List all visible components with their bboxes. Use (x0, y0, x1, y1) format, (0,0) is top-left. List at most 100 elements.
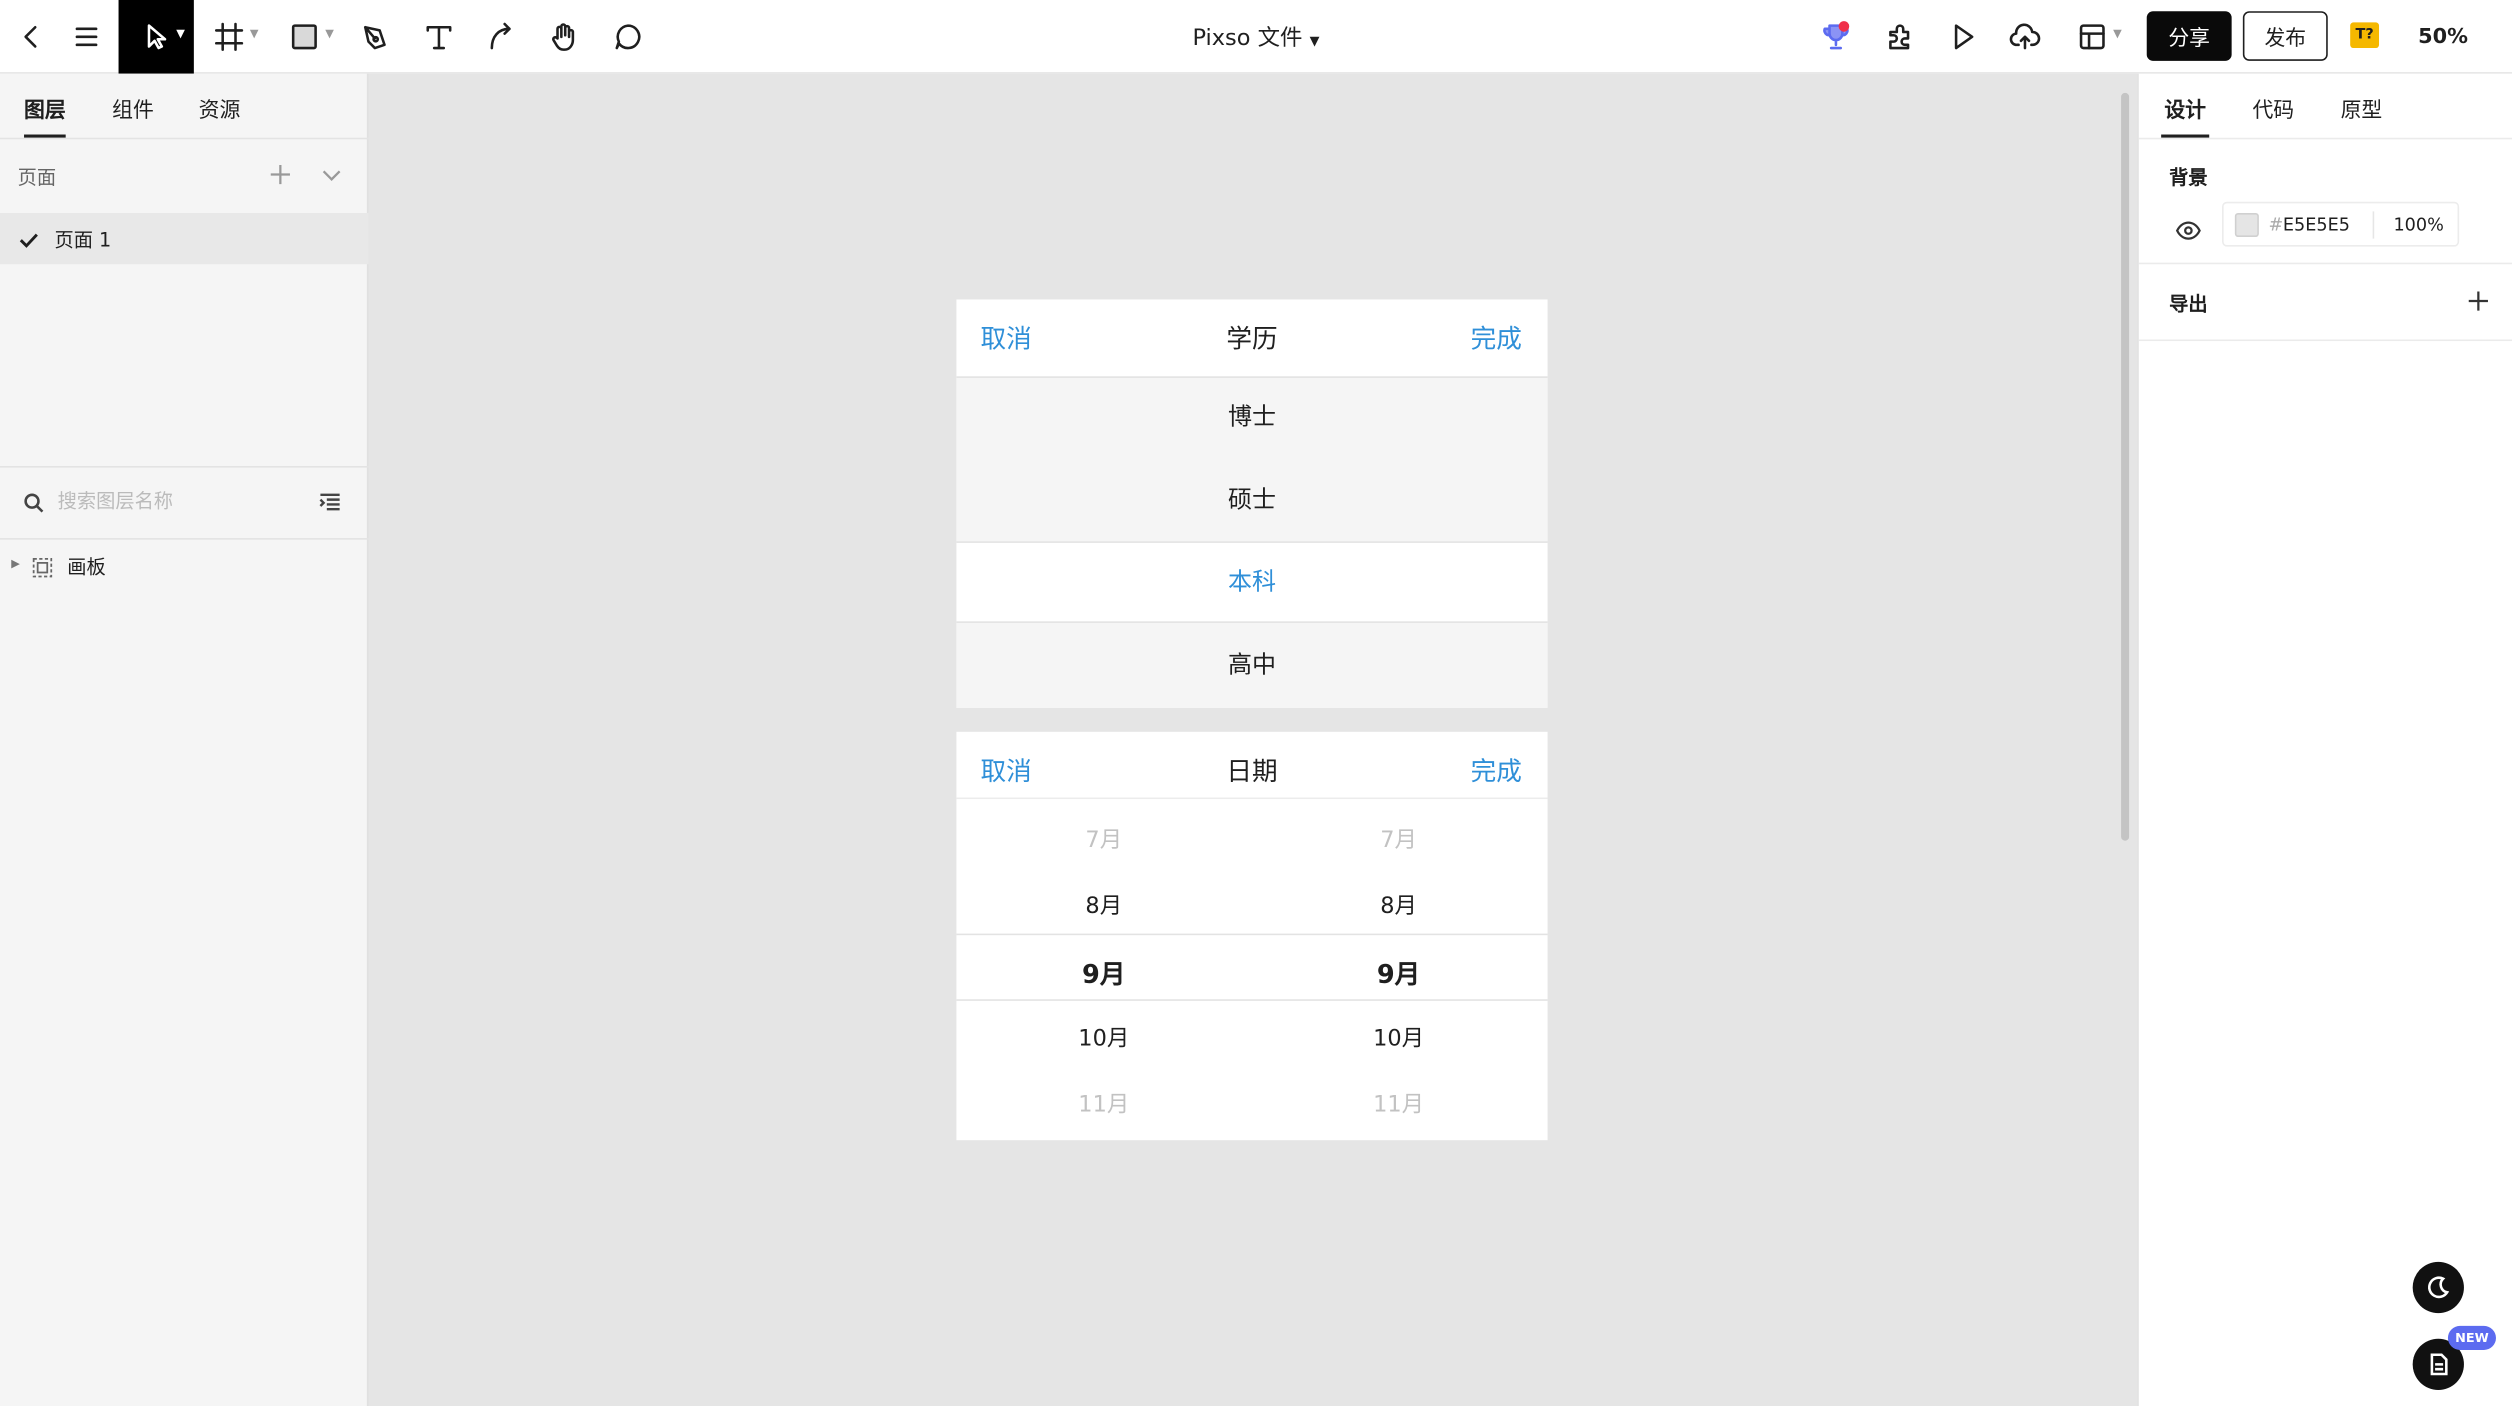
hand-icon (552, 23, 575, 51)
main-menu-button[interactable] (54, 0, 118, 74)
divider (2138, 262, 2512, 265)
month-option[interactable]: 8月 (1251, 889, 1546, 921)
top-toolbar: ▼ ▼ ▼ Pixso 文件 ▼ ▼ 分享 发布 T? 50% (0, 0, 2512, 74)
pages-title: 页面 (17, 166, 57, 189)
done-button[interactable]: 完成 (1471, 749, 1522, 787)
upload-button[interactable] (1993, 0, 2057, 74)
picker-title: 学历 (1226, 323, 1278, 354)
present-button[interactable] (1930, 0, 1994, 74)
month-option[interactable]: 7月 (956, 823, 1251, 855)
education-picker[interactable]: 取消 学历 完成 博士 硕士 本科 高中 (956, 299, 1548, 708)
layer-item-label: 画板 (67, 555, 106, 579)
month-option[interactable]: 11月 (956, 1087, 1251, 1119)
tab-layers[interactable]: 图层 (24, 93, 66, 138)
plugins-button[interactable] (1868, 0, 1932, 74)
picker-title: 日期 (1226, 755, 1278, 787)
check-icon (18, 227, 40, 249)
comment-tool-button[interactable] (596, 0, 660, 74)
divider (956, 621, 1548, 623)
month-option[interactable]: 10月 (956, 1022, 1251, 1054)
add-page-button[interactable] (268, 162, 294, 188)
rectangle-icon (291, 24, 317, 50)
move-tool-button[interactable]: ▼ (118, 0, 194, 74)
publish-button[interactable]: 发布 (2242, 11, 2328, 61)
canvas-scrollbar[interactable] (2121, 92, 2130, 841)
share-button[interactable]: 分享 (2146, 11, 2232, 61)
tab-assets[interactable]: 资源 (199, 93, 241, 123)
page-item[interactable]: 页面 1 (0, 212, 369, 265)
new-badge: NEW (2447, 1325, 2496, 1350)
month-option[interactable]: 10月 (1251, 1022, 1546, 1054)
option-item-selected[interactable]: 本科 (956, 564, 1547, 598)
layer-search-input[interactable] (57, 483, 298, 519)
tab-code[interactable]: 代码 (2252, 93, 2294, 123)
divider (956, 541, 1548, 543)
hamburger-menu-icon (75, 27, 98, 47)
color-swatch[interactable] (2234, 212, 2259, 238)
search-icon (22, 490, 44, 513)
shape-tool-button[interactable]: ▼ (272, 0, 336, 74)
divider (956, 376, 1548, 378)
cloud-upload-icon (2009, 23, 2041, 50)
done-button[interactable]: 完成 (1471, 317, 1522, 355)
trophy-button[interactable] (1804, 0, 1868, 74)
option-item[interactable]: 博士 (956, 399, 1547, 433)
month-option[interactable]: 8月 (956, 889, 1251, 921)
hand-tool-button[interactable] (532, 0, 596, 74)
text-tool-button[interactable] (407, 0, 471, 74)
comment-bubble-icon (615, 24, 641, 50)
document-icon (2430, 1353, 2448, 1376)
background-section-title: 背景 (2169, 166, 2208, 189)
caret-down-icon: ▼ (1309, 33, 1320, 49)
color-hex-value[interactable]: E5E5E5 (2283, 215, 2350, 236)
month-option[interactable]: 7月 (1251, 823, 1546, 855)
divider (0, 538, 369, 540)
divider (2138, 137, 2512, 140)
divider (0, 465, 369, 468)
pen-nib-icon (363, 25, 386, 50)
chevron-down-icon (322, 170, 341, 181)
chevron-left-icon (24, 25, 37, 48)
file-title[interactable]: Pixso 文件 ▼ (1193, 21, 1320, 53)
collapse-pages-button[interactable] (319, 162, 345, 188)
cursor-arrow-icon (146, 24, 166, 50)
option-item[interactable]: 硕士 (956, 482, 1547, 516)
expand-caret-icon[interactable]: ▶ (11, 557, 20, 570)
missing-font-badge[interactable]: T? (2350, 22, 2380, 49)
frame-tool-button[interactable]: ▼ (197, 0, 261, 74)
tab-prototype[interactable]: 原型 (2341, 93, 2383, 123)
divider (956, 797, 1548, 800)
left-panel: 图层 组件 资源 页面 页面 1 搜索图层名称 ▶ 画板 (0, 73, 369, 1406)
background-color-field[interactable]: # E5E5E5 100% (2222, 201, 2460, 247)
theme-toggle-button[interactable] (2412, 1261, 2464, 1314)
tab-components[interactable]: 组件 (112, 93, 154, 123)
option-item[interactable]: 高中 (956, 647, 1547, 681)
pen-tool-button[interactable] (343, 0, 407, 74)
divider (956, 999, 1548, 1001)
filter-list-icon[interactable] (319, 490, 341, 512)
divider (2138, 339, 2512, 342)
month-option-selected[interactable]: 9月 (956, 953, 1251, 991)
tab-design[interactable]: 设计 (2161, 93, 2210, 138)
moon-icon (2428, 1276, 2450, 1299)
connector-tool-button[interactable] (469, 0, 533, 74)
date-picker[interactable]: 取消 日期 完成 7月 8月 9月 10月 11月 7月 8月 9月 10月 1… (956, 731, 1548, 1141)
opacity-value[interactable]: 100% (2393, 215, 2443, 236)
pages-header: 页面 (0, 144, 368, 202)
right-panel: 设计 代码 原型 背景 # E5E5E5 100% 导出 (2137, 73, 2512, 1406)
left-panel-tabs: 图层 组件 资源 (0, 74, 368, 138)
connector-curve-icon (490, 22, 511, 50)
month-option-selected[interactable]: 9月 (1251, 953, 1546, 991)
layer-search (0, 474, 368, 532)
zoom-level[interactable]: 50% (2403, 0, 2483, 74)
caret-down-icon: ▼ (2113, 27, 2122, 41)
eye-icon[interactable] (2175, 216, 2202, 240)
add-export-button[interactable] (2466, 288, 2492, 314)
layout-panel-icon (2079, 24, 2105, 50)
frame-hash-icon (214, 22, 244, 51)
layer-item[interactable]: ▶ 画板 (0, 548, 368, 583)
month-option[interactable]: 11月 (1251, 1087, 1546, 1119)
caret-down-icon: ▼ (176, 27, 185, 41)
layout-button[interactable]: ▼ (2060, 0, 2124, 74)
caret-down-icon: ▼ (249, 27, 259, 41)
